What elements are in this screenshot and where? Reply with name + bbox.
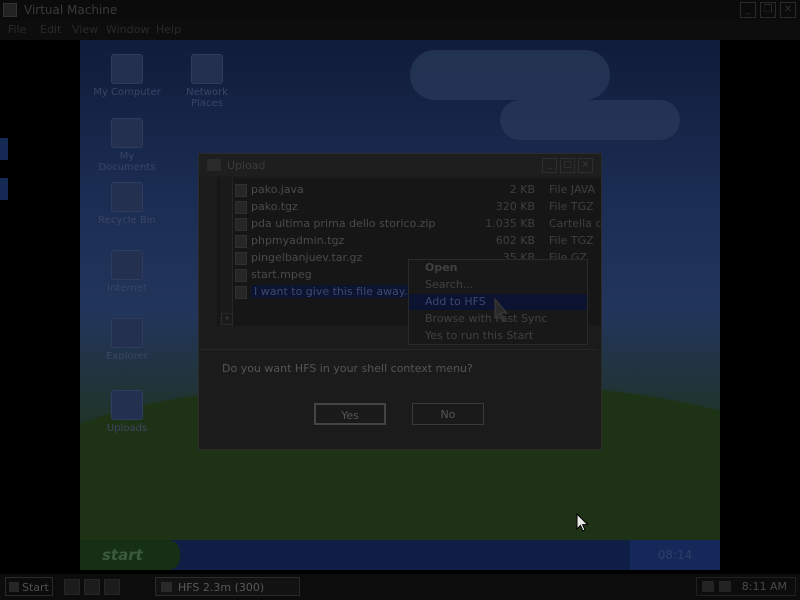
file-size: 1.035 KB (485, 217, 535, 230)
scroll-down-button[interactable]: ▾ (221, 313, 233, 325)
computer-icon (111, 54, 143, 84)
file-row[interactable]: pda ultima prima dello storico.zip 1.035… (235, 216, 601, 232)
cloud (410, 50, 610, 100)
upload-icon (111, 390, 143, 420)
menu-help[interactable]: Help (156, 23, 181, 36)
minimize-button[interactable]: _ (740, 2, 756, 18)
file-icon (235, 201, 247, 214)
scrollbar[interactable]: ▾ (220, 177, 233, 327)
guest-taskbar: start 08:14 (80, 540, 720, 570)
file-name: pako.tgz (251, 200, 298, 213)
file-name: start.mpeg (251, 268, 312, 281)
host-titlebar: Virtual Machine _ ❐ ✕ (0, 0, 800, 20)
start-button[interactable]: Start (5, 577, 53, 596)
quicklaunch-browser-icon[interactable] (84, 579, 100, 595)
file-type: File TGZ (549, 234, 594, 247)
context-cursor-icon (494, 298, 509, 322)
cloud (500, 100, 680, 140)
host-window-controls: _ ❐ ✕ (740, 2, 796, 18)
taskbar-item-label: HFS 2.3m (300) (178, 581, 265, 594)
zip-file-icon (235, 218, 247, 231)
menu-view[interactable]: View (72, 23, 98, 36)
divider (200, 349, 598, 350)
side-tab[interactable] (0, 138, 8, 160)
menu-window[interactable]: Window (106, 23, 149, 36)
file-name: pda ultima prima dello storico.zip (251, 217, 436, 230)
file-icon (235, 184, 247, 197)
host-window-title: Virtual Machine (24, 3, 118, 17)
yes-button[interactable]: Yes (314, 403, 386, 425)
menu-item-search[interactable]: Search... (409, 277, 587, 293)
desktop-icon-label: Uploads (106, 423, 148, 434)
windows-logo-icon (9, 582, 19, 592)
file-type: Cartella compr (549, 217, 601, 230)
network-icon[interactable] (719, 581, 731, 592)
host-menubar: File Edit View Window Help (0, 20, 800, 40)
explorer-icon (111, 318, 143, 348)
menu-edit[interactable]: Edit (40, 23, 61, 36)
menu-item-run-start[interactable]: Yes to run this Start (409, 328, 587, 344)
maximize-button[interactable]: □ (560, 158, 575, 173)
file-row[interactable]: phpmyadmin.tgz 602 KB File TGZ (235, 233, 601, 249)
folder-icon (207, 159, 221, 171)
video-file-icon (235, 269, 247, 282)
folder-icon (111, 118, 143, 148)
recycle-bin-icon (111, 182, 143, 212)
file-type: File TGZ (549, 200, 594, 213)
volume-icon[interactable] (702, 581, 714, 592)
file-row[interactable]: pako.java 2 KB File JAVA (235, 182, 601, 198)
dialog-question: Do you want HFS in your shell context me… (222, 362, 473, 375)
taskbar-item-hfs[interactable]: HFS 2.3m (300) (155, 577, 300, 596)
file-type: File JAVA (549, 183, 596, 196)
zip-file-icon (235, 286, 247, 299)
system-tray: 8:11 AM (696, 577, 796, 596)
file-row[interactable]: pako.tgz 320 KB File TGZ (235, 199, 601, 215)
restore-button[interactable]: ❐ (760, 2, 776, 18)
no-button[interactable]: No (412, 403, 484, 425)
menu-file[interactable]: File (8, 23, 26, 36)
desktop-icon[interactable]: Network Places (172, 54, 242, 109)
dialog-title: Upload (227, 159, 266, 172)
desktop-icon-label: Internet (107, 283, 147, 294)
quicklaunch-app-icon[interactable] (104, 579, 120, 595)
desktop-icon[interactable]: Recycle Bin (92, 182, 162, 226)
close-button[interactable]: ✕ (780, 2, 796, 18)
network-icon (191, 54, 223, 84)
desktop-icon-label: Explorer (106, 351, 148, 362)
side-tab[interactable] (0, 178, 8, 200)
desktop-icon[interactable]: Internet (92, 250, 162, 294)
desktop-icon-label: My Documents (98, 151, 156, 173)
file-name: pingelbanjuev.tar.gz (251, 251, 363, 264)
file-size: 320 KB (495, 200, 535, 213)
close-button[interactable]: ✕ (578, 158, 593, 173)
mouse-cursor-icon (576, 513, 589, 532)
menu-item-open[interactable]: Open (409, 260, 587, 276)
desktop-icon[interactable]: My Computer (92, 54, 162, 98)
file-name: I want to give this file away.zip (251, 285, 427, 298)
quicklaunch-desktop-icon[interactable] (64, 579, 80, 595)
archive-file-icon (235, 235, 247, 248)
browser-icon (111, 250, 143, 280)
file-size: 602 KB (495, 234, 535, 247)
desktop-icon-label: My Computer (93, 87, 161, 98)
desktop-icon-label: Recycle Bin (98, 215, 156, 226)
desktop-icon[interactable]: Explorer (92, 318, 162, 362)
dialog-titlebar[interactable]: Upload _ □ ✕ (199, 154, 601, 176)
hfs-icon (161, 582, 172, 592)
file-name: phpmyadmin.tgz (251, 234, 345, 247)
file-size: 2 KB (509, 183, 535, 196)
start-label: Start (22, 581, 49, 594)
host-taskbar: Start HFS 2.3m (300) 8:11 AM (0, 574, 800, 600)
guest-clock: 08:14 (630, 540, 720, 570)
app-icon (3, 3, 17, 17)
desktop-icon[interactable]: My Documents (92, 118, 162, 173)
file-name: pako.java (251, 183, 304, 196)
desktop-icon-label: Network Places (186, 87, 228, 109)
desktop-icon[interactable]: Uploads (92, 390, 162, 434)
archive-file-icon (235, 252, 247, 265)
clock: 8:11 AM (741, 580, 787, 593)
minimize-button[interactable]: _ (542, 158, 557, 173)
guest-start-button[interactable]: start (80, 540, 180, 570)
dialog-controls: _ □ ✕ (542, 158, 593, 173)
